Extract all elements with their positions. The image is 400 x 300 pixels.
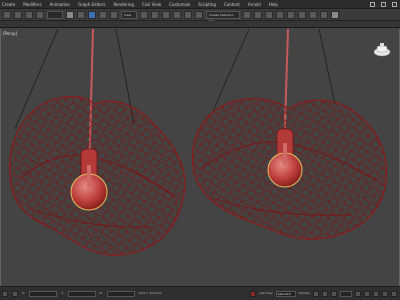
left-lamp	[9, 29, 186, 256]
z-label: Z:	[99, 291, 103, 295]
perspective-viewport[interactable]: [Persp]	[0, 29, 400, 286]
schematic-view-icon[interactable]	[287, 10, 295, 19]
x-coordinate-field[interactable]	[29, 290, 58, 297]
menu-item-civil-view[interactable]: Civil View	[142, 0, 161, 8]
menu-item-help[interactable]: Help	[269, 0, 278, 8]
selection-filter-dropdown[interactable]	[47, 10, 63, 19]
scale-icon[interactable]	[110, 10, 118, 19]
play-start-icon[interactable]	[313, 290, 319, 297]
menu-bar: Create Modifiers Animation Graph Editors…	[0, 0, 400, 9]
menu-item-content[interactable]: Content	[224, 0, 240, 8]
maximize-viewport-icon[interactable]	[391, 290, 397, 297]
link-icon[interactable]	[25, 10, 33, 19]
animation-controls: Auto Key Selected Set Key	[250, 290, 400, 297]
maximize-icon[interactable]	[381, 1, 386, 7]
window-controls	[370, 1, 400, 7]
teapot-icon[interactable]	[371, 41, 393, 57]
menu-item-arnold[interactable]: Arnold	[248, 0, 261, 8]
time-config-icon[interactable]	[355, 290, 361, 297]
render-icon[interactable]	[331, 10, 339, 19]
ribbon-bar	[0, 21, 400, 28]
minimize-icon[interactable]	[370, 1, 375, 7]
rotate-icon[interactable]	[99, 10, 107, 19]
render-setup-icon[interactable]	[309, 10, 317, 19]
zoom-icon[interactable]	[364, 290, 370, 297]
undo-icon[interactable]	[3, 10, 11, 19]
menu-item-animation[interactable]: Animation	[50, 0, 70, 8]
mirror-icon[interactable]	[243, 10, 251, 19]
menu-item-scripting[interactable]: Scripting	[198, 0, 216, 8]
x-label: X:	[22, 291, 26, 295]
unlink-icon[interactable]	[36, 10, 44, 19]
percent-snap-icon[interactable]	[173, 10, 181, 19]
auto-key-label: Auto Key	[259, 291, 273, 295]
select-by-name-icon[interactable]	[77, 10, 85, 19]
play-icon[interactable]	[322, 290, 328, 297]
play-end-icon[interactable]	[331, 290, 337, 297]
y-label: Y:	[61, 291, 64, 295]
selected-dropdown[interactable]: Selected	[275, 290, 296, 297]
menu-item-create[interactable]: Create	[2, 0, 15, 8]
move-icon[interactable]	[88, 10, 96, 19]
status-bar: X: Y: Z: Grid = 10,0mm Auto Key Selected…	[0, 286, 400, 300]
right-lamp	[191, 29, 388, 240]
snap-icon[interactable]	[151, 10, 159, 19]
pan-icon[interactable]	[373, 290, 379, 297]
material-editor-icon[interactable]	[298, 10, 306, 19]
selection-lock-icon[interactable]	[12, 290, 18, 297]
view-dropdown[interactable]: View	[121, 10, 137, 19]
spinner-snap-icon[interactable]	[184, 10, 192, 19]
main-toolbar: View Create Selection Set	[0, 9, 400, 23]
z-coordinate-field[interactable]	[106, 290, 135, 297]
menu-item-graph-editors[interactable]: Graph Editors	[78, 0, 105, 8]
scene-render	[9, 29, 388, 256]
curve-editor-icon[interactable]	[276, 10, 284, 19]
set-key-label: Set Key	[298, 291, 310, 295]
menu-item-customize[interactable]: Customize	[169, 0, 190, 8]
frame-field[interactable]	[340, 290, 352, 297]
menu-item-modifiers[interactable]: Modifiers	[23, 0, 41, 8]
close-icon[interactable]	[392, 1, 397, 7]
angle-snap-icon[interactable]	[162, 10, 170, 19]
edit-named-selection-icon[interactable]	[195, 10, 203, 19]
select-icon[interactable]	[66, 10, 74, 19]
menu-item-rendering[interactable]: Rendering	[113, 0, 133, 8]
align-icon[interactable]	[254, 10, 262, 19]
pivot-icon[interactable]	[140, 10, 148, 19]
orbit-icon[interactable]	[382, 290, 388, 297]
y-coordinate-field[interactable]	[67, 290, 96, 297]
auto-key-button[interactable]	[250, 290, 257, 297]
selection-set-dropdown[interactable]: Create Selection Set	[206, 10, 240, 23]
layer-icon[interactable]	[265, 10, 273, 19]
script-listener-icon[interactable]	[2, 290, 8, 297]
grid-readout: Grid = 10,0mm	[138, 291, 162, 295]
render-frame-icon[interactable]	[320, 10, 328, 19]
redo-icon[interactable]	[14, 10, 22, 19]
